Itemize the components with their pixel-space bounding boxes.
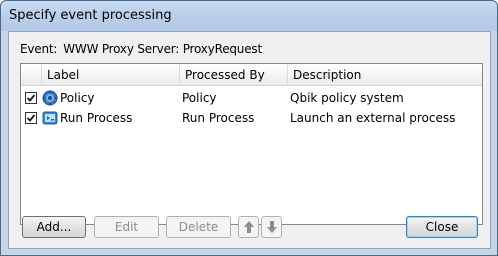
list-header: Label Processed By Description — [21, 64, 482, 86]
add-button[interactable]: Add... — [22, 216, 86, 238]
processing-list[interactable]: Label Processed By Description Policy Po… — [20, 63, 483, 225]
window-title: Specify event processing — [9, 8, 172, 23]
delete-button[interactable]: Delete — [166, 216, 231, 238]
event-value: WWW Proxy Server: ProxyRequest — [63, 42, 262, 56]
dialog-window: Specify event processing Event: WWW Proxy… — [0, 0, 498, 256]
row-processed-by: Run Process — [182, 111, 255, 125]
header-description[interactable]: Description — [288, 64, 482, 86]
run-process-icon — [42, 110, 58, 126]
row-label: Run Process — [60, 111, 133, 125]
gear-globe-icon — [42, 90, 58, 106]
move-up-button[interactable] — [238, 216, 259, 238]
title-bar[interactable]: Specify event processing — [1, 1, 497, 31]
row-description: Qbik policy system — [290, 91, 404, 105]
table-row[interactable]: Policy Policy Qbik policy system — [21, 89, 482, 107]
header-processed-by[interactable]: Processed By — [180, 64, 288, 86]
row-checkbox[interactable] — [25, 112, 37, 124]
row-label: Policy — [60, 91, 95, 105]
table-row[interactable]: Run Process Run Process Launch an extern… — [21, 109, 482, 127]
row-processed-by: Policy — [182, 91, 217, 105]
edit-button[interactable]: Edit — [94, 216, 159, 238]
move-down-button[interactable] — [261, 216, 282, 238]
row-description: Launch an external process — [290, 111, 456, 125]
header-check-column[interactable] — [21, 64, 42, 86]
dialog-body: Event: WWW Proxy Server: ProxyRequest Lab… — [8, 31, 491, 249]
header-label[interactable]: Label — [42, 64, 180, 86]
close-button[interactable]: Close — [406, 216, 478, 238]
event-label: Event: — [20, 42, 58, 56]
row-checkbox[interactable] — [25, 92, 37, 104]
event-line: Event: WWW Proxy Server: ProxyRequest — [20, 42, 262, 56]
